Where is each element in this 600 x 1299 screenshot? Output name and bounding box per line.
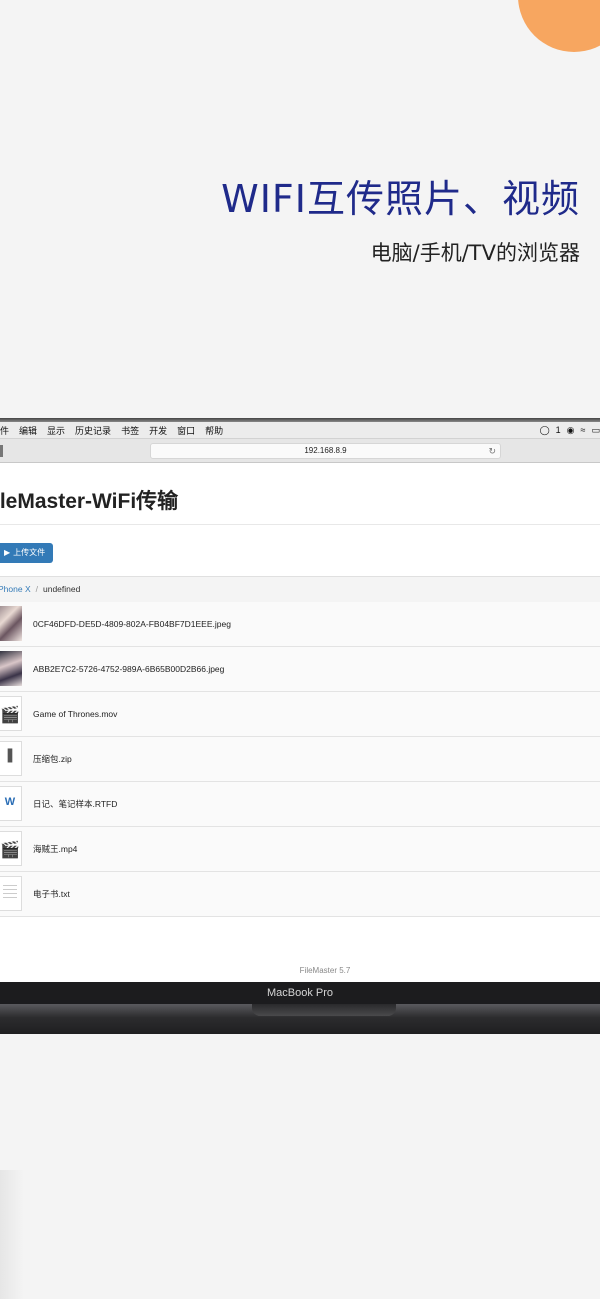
breadcrumb-current: undefined xyxy=(43,584,81,594)
file-row[interactable]: 🎬 Game of Thrones.mov xyxy=(0,692,600,737)
upload-button[interactable]: ▶ 上传文件 xyxy=(0,543,54,563)
chat-icon[interactable]: ◯ xyxy=(540,425,550,436)
laptop-chin: MacBook Pro xyxy=(0,982,600,1004)
file-row[interactable]: 0CF46DFD-DE5D-4809-802A-FB04BF7D1EEE.jpe… xyxy=(0,602,600,647)
file-name[interactable]: Game of Thrones.mov xyxy=(33,709,117,719)
wifi-icon[interactable]: ≈ xyxy=(581,425,586,435)
menu-bookmarks[interactable]: 书签 xyxy=(121,424,139,437)
upload-label: 上传文件 xyxy=(13,548,46,557)
menu-window[interactable]: 窗口 xyxy=(177,424,195,437)
menu-edit[interactable]: 编辑 xyxy=(19,424,37,437)
file-row[interactable]: 电子书.txt xyxy=(0,872,600,917)
file-row[interactable]: W 日记、笔记样本.RTFD xyxy=(0,782,600,827)
clapperboard-icon: 🎬 xyxy=(0,831,22,866)
divider xyxy=(0,524,600,525)
file-name[interactable]: 电子书.txt xyxy=(33,888,70,900)
file-name[interactable]: 日记、笔记样本.RTFD xyxy=(33,798,117,810)
promo-subline: 电脑/手机/TV的浏览器 xyxy=(370,241,580,265)
file-name[interactable]: ABB2E7C2-5726-4752-989A-6B65B00D2B66.jpe… xyxy=(33,664,224,674)
clapperboard-icon: 🎬 xyxy=(0,696,22,731)
file-row[interactable]: 🎬 海贼王.mp4 xyxy=(0,827,600,872)
menu-view[interactable]: 显示 xyxy=(47,424,65,437)
browser-toolbar: 192.168.8.9 ↻ xyxy=(0,439,600,463)
laptop-mockup: 件 编辑 显示 历史记录 书签 开发 窗口 帮助 ◯ 1 ◉ ≈ ▭ 192.1… xyxy=(0,418,600,1034)
promo-headline: WIFI互传照片、视频 xyxy=(221,177,580,221)
toolbar-edge xyxy=(0,445,3,457)
page-footer: FileMaster 5.7 xyxy=(299,966,351,975)
status-count: 1 xyxy=(555,425,561,435)
upload-icon: ▶ xyxy=(4,548,11,557)
file-list: 0CF46DFD-DE5D-4809-802A-FB04BF7D1EEE.jpe… xyxy=(0,602,600,917)
laptop-base xyxy=(0,1004,600,1034)
word-doc-icon: W xyxy=(0,786,22,821)
decorative-shadow xyxy=(0,1170,24,1299)
address-bar[interactable]: 192.168.8.9 ↻ xyxy=(150,443,501,459)
mac-menubar: 件 编辑 显示 历史记录 书签 开发 窗口 帮助 ◯ 1 ◉ ≈ ▭ xyxy=(0,422,600,439)
menubar-status-area: ◯ 1 ◉ ≈ ▭ xyxy=(540,422,600,438)
file-row[interactable]: ABB2E7C2-5726-4752-989A-6B65B00D2B66.jpe… xyxy=(0,647,600,692)
menu-help[interactable]: 帮助 xyxy=(205,424,223,437)
address-text: 192.168.8.9 xyxy=(304,446,347,455)
laptop-notch xyxy=(252,1004,396,1016)
file-name[interactable]: 压缩包.zip xyxy=(33,753,72,765)
text-doc-icon xyxy=(0,876,22,911)
menu-history[interactable]: 历史记录 xyxy=(75,424,111,437)
file-name[interactable]: 0CF46DFD-DE5D-4809-802A-FB04BF7D1EEE.jpe… xyxy=(33,619,231,629)
page-title: ileMaster-WiFi传输 xyxy=(0,490,179,513)
file-row[interactable]: ❚ 压缩包.zip xyxy=(0,737,600,782)
web-page: ileMaster-WiFi传输 ▶ 上传文件 Phone X / undefined… xyxy=(0,463,600,982)
file-name[interactable]: 海贼王.mp4 xyxy=(33,843,77,855)
photo-thumbnail xyxy=(0,606,22,641)
battery-icon[interactable]: ▭ xyxy=(591,425,600,436)
photo-thumbnail xyxy=(0,651,22,686)
breadcrumb-link[interactable]: Phone X xyxy=(0,584,31,594)
menu-develop[interactable]: 开发 xyxy=(149,424,167,437)
wechat-icon[interactable]: ◉ xyxy=(567,425,575,436)
zip-icon: ❚ xyxy=(0,741,22,776)
reload-icon[interactable]: ↻ xyxy=(488,444,496,458)
breadcrumb: Phone X / undefined xyxy=(0,576,600,603)
breadcrumb-separator: / xyxy=(35,584,38,594)
decorative-circle xyxy=(518,0,600,52)
menu-file[interactable]: 件 xyxy=(0,424,9,437)
